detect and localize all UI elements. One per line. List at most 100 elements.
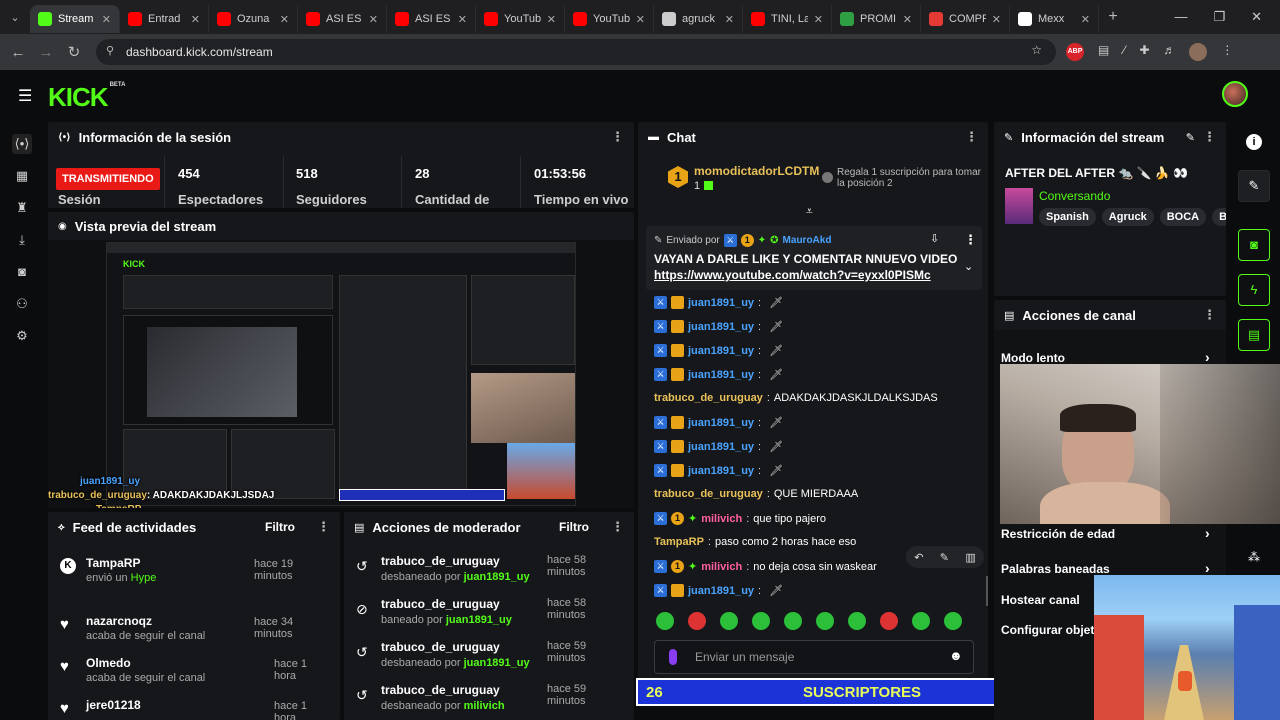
chat-more-icon[interactable]: ⋮ [965, 129, 978, 145]
stream-broadcast-icon[interactable]: ⟨•⟩ [12, 134, 32, 154]
chat-username[interactable]: juan1891_uy [688, 297, 754, 309]
profile-icon[interactable] [1189, 43, 1208, 61]
delete-icon[interactable]: ▥ [965, 551, 975, 564]
mod-by-user[interactable]: juan1891_uy [446, 614, 512, 626]
chat-username[interactable]: juan1891_uy [688, 369, 754, 381]
chat-username[interactable]: juan1891_uy [688, 417, 754, 429]
banned-words-chevron-icon[interactable]: › [1205, 560, 1210, 576]
chat-username[interactable]: juan1891_uy [688, 321, 754, 333]
browser-tab[interactable]: TINI, La ✕ [743, 5, 832, 33]
activity-user[interactable]: Olmedo [86, 656, 131, 670]
extension-2-icon[interactable]: ⁄ [1123, 43, 1125, 61]
url-field[interactable]: ⚲ dashboard.kick.com/stream ☆ [96, 39, 1056, 65]
pinned-link[interactable]: https://www.youtube.com/watch?v=eyxxl0PI… [654, 268, 931, 282]
extensions-puzzle-icon[interactable]: ✚ [1139, 43, 1149, 61]
site-info-icon[interactable]: ⚲ [106, 44, 114, 57]
reload-icon[interactable]: ↻ [60, 43, 88, 61]
chat-message[interactable]: trabuco_de_uruguay: ADAKDAKJDASKJLDALKSJD… [654, 392, 938, 404]
close-tab-icon[interactable]: ✕ [903, 13, 912, 26]
chat-username[interactable]: juan1891_uy [688, 585, 754, 597]
analytics-icon[interactable]: ▦ [12, 166, 32, 186]
browser-tab[interactable]: Stream ✕ [30, 5, 120, 33]
pinned-author[interactable]: MauroAkd [783, 235, 832, 246]
moderation-icon[interactable]: ◙ [12, 262, 32, 282]
emoji-icon[interactable]: ☻ [949, 648, 963, 663]
activity-filter-button[interactable]: Filtro [265, 520, 295, 534]
scroll-down-icon[interactable]: ⩡ [806, 204, 813, 219]
chat-message[interactable]: ⚔ 1 ✦ milivich: que tipo pajero [654, 512, 826, 525]
mic-icon[interactable] [669, 649, 677, 665]
close-tab-icon[interactable]: ✕ [725, 13, 734, 26]
mod-by-user[interactable]: milivich [464, 700, 505, 712]
close-tab-icon[interactable]: ✕ [1081, 13, 1090, 26]
emote-icon[interactable] [880, 612, 898, 630]
browser-tab[interactable]: ASI ES ✕ [298, 5, 387, 33]
info-circle-icon[interactable]: i [1246, 134, 1262, 150]
channel-actions-more-icon[interactable]: ⋮ [1203, 307, 1216, 323]
user-avatar[interactable] [1222, 81, 1248, 107]
slow-mode-action[interactable]: Modo lento [1001, 351, 1065, 365]
unpin-icon[interactable]: ⇩ [930, 232, 939, 245]
emote-icon[interactable] [848, 612, 866, 630]
slow-mode-chevron-icon[interactable]: › [1205, 349, 1210, 365]
minimize-icon[interactable]: — [1174, 9, 1187, 25]
new-tab-button[interactable]: + [1099, 8, 1127, 26]
age-restriction-action[interactable]: Restricción de edad [1001, 527, 1115, 541]
activity-user[interactable]: nazarcnoqz [86, 614, 152, 628]
chat-username[interactable]: milivich [701, 513, 742, 525]
chat-username[interactable]: TampaRP [654, 536, 704, 548]
activity-more-icon[interactable]: ⋮ [317, 519, 330, 535]
close-tab-icon[interactable]: ✕ [636, 13, 645, 26]
chat-username[interactable]: juan1891_uy [688, 465, 754, 477]
chat-message[interactable]: ⚔ juan1891_uy: 🗡 [654, 320, 783, 333]
bookmark-star-icon[interactable]: ☆ [1031, 43, 1042, 57]
chat-username[interactable]: milivich [701, 561, 742, 573]
browser-tab[interactable]: agruck ✕ [654, 5, 743, 33]
close-tab-icon[interactable]: ✕ [547, 13, 556, 26]
chat-message[interactable]: ⚔ juan1891_uy: 🗡 [654, 416, 783, 429]
raid-icon[interactable]: ◙ [1238, 229, 1270, 261]
edit-icon[interactable]: ✎ [1186, 131, 1195, 144]
tab-search-icon[interactable]: ⌄ [0, 11, 30, 24]
close-tab-icon[interactable]: ✕ [102, 13, 111, 26]
pinned-expand-icon[interactable]: ⌄ [964, 260, 973, 273]
close-tab-icon[interactable]: ✕ [369, 13, 378, 26]
browser-tab[interactable]: ASI ES ✕ [387, 5, 476, 33]
browser-tab[interactable]: Ozuna ✕ [209, 5, 298, 33]
mod-target-user[interactable]: trabuco_de_uruguay [381, 683, 500, 697]
hamburger-menu-icon[interactable]: ☰ [18, 86, 32, 106]
pinned-more-icon[interactable]: ⋮ [964, 232, 977, 248]
stream-video-preview[interactable]: KICK [106, 242, 576, 506]
emote-icon[interactable] [816, 612, 834, 630]
emote-icon[interactable] [944, 612, 962, 630]
host-channel-action[interactable]: Hostear canal [1001, 593, 1080, 607]
chat-message[interactable]: ⚔ juan1891_uy: 🗡 [654, 584, 783, 597]
close-window-icon[interactable]: ✕ [1251, 9, 1262, 25]
chat-message[interactable]: TampaRP: paso como 2 horas hace eso [654, 536, 856, 548]
chat-username[interactable]: juan1891_uy [688, 345, 754, 357]
chat-message[interactable]: ⚔ 1 ✦ milivich: no deja cosa sin waskear [654, 560, 877, 573]
close-tab-icon[interactable]: ✕ [191, 13, 200, 26]
emote-icon[interactable] [912, 612, 930, 630]
chat-message[interactable]: ⚔ juan1891_uy: 🗡 [654, 344, 783, 357]
community-icon[interactable]: ⚇ [12, 294, 32, 314]
chat-input[interactable]: Enviar un mensaje ☻ [654, 640, 974, 674]
chat-message[interactable]: ⚔ juan1891_uy: 🗡 [654, 296, 783, 309]
notes-icon[interactable]: ▤ [1238, 319, 1270, 351]
kick-logo[interactable]: KICK BETA [48, 82, 125, 113]
emote-icon[interactable] [688, 612, 706, 630]
download-icon[interactable]: ⤓ [12, 230, 32, 250]
undo-icon[interactable]: ↶ [914, 551, 923, 564]
adblock-icon[interactable]: ABP [1066, 43, 1084, 61]
browser-tab[interactable]: COMPR ✕ [921, 5, 1010, 33]
emote-icon[interactable] [752, 612, 770, 630]
media-icon[interactable]: ♬ [1163, 43, 1175, 61]
share-icon[interactable]: ⁂ [1248, 550, 1260, 564]
mod-by-user[interactable]: juan1891_uy [464, 571, 530, 583]
quick-edit-icon[interactable]: ✎ [1238, 170, 1270, 202]
chat-message[interactable]: ⚔ juan1891_uy: 🗡 [654, 368, 783, 381]
chat-username[interactable]: trabuco_de_uruguay [654, 488, 763, 500]
browser-menu-icon[interactable]: ⋮ [1221, 43, 1233, 61]
configure-goal-action[interactable]: Configurar objetiv [1001, 623, 1104, 637]
gifter-name[interactable]: momodictadorLCDTM [694, 164, 819, 178]
